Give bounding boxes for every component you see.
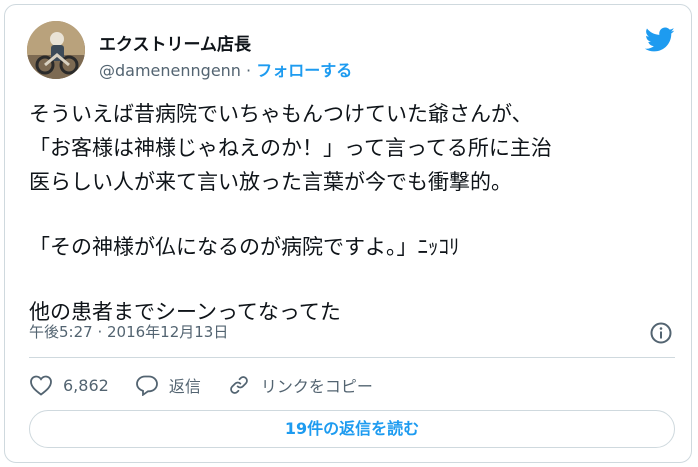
author-handle[interactable]: @damenenngenn [99,61,241,80]
tweet-timestamp[interactable]: 午後5:27 · 2016年12月13日 [29,321,228,342]
info-icon[interactable] [649,321,673,345]
copy-link-button[interactable]: リンクをコピー [227,373,373,397]
tweet-line: 「お客様は神様じゃねえのか！」って言ってる所に主治 [29,136,552,160]
handle-separator: · [240,61,257,80]
tweet-line: そういえば昔病院でいちゃもんつけていた爺さんが、 [29,102,533,126]
twitter-bird-icon[interactable] [644,27,675,53]
link-icon [230,376,248,394]
follow-button[interactable]: フォローする [256,61,352,80]
avatar[interactable] [27,21,85,79]
heart-icon [30,375,52,396]
reply-label: 返信 [168,377,201,396]
reply-icon [135,375,158,396]
like-button[interactable]: 6,862 [29,374,109,396]
tweet-embed-card: エクストリーム店長 @damenenngenn · フォローする そういえば昔病… [4,4,692,463]
reply-button[interactable]: 返信 [135,373,201,397]
copy-link-label: リンクをコピー [260,377,373,396]
like-count: 6,862 [63,375,109,395]
divider [29,357,675,358]
read-replies-button[interactable]: 19件の返信を読む [29,410,675,448]
author-subline: @damenenngenn · フォローする [99,57,352,81]
tweet-line: 「その神様が仏になるのが病院ですよ。」ﾆｯｺﾘ [29,235,460,259]
tweet-text: そういえば昔病院でいちゃもんつけていた爺さんが、 「お客様は神様じゃねえのか！」… [29,97,679,329]
avatar-image [27,21,85,79]
action-bar: 6,862 返信 リンクをコピー [29,371,399,399]
author-name[interactable]: エクストリーム店長 [99,30,251,55]
tweet-line: 医らしい人が来て言い放った言葉が今でも衝撃的。 [29,170,512,194]
